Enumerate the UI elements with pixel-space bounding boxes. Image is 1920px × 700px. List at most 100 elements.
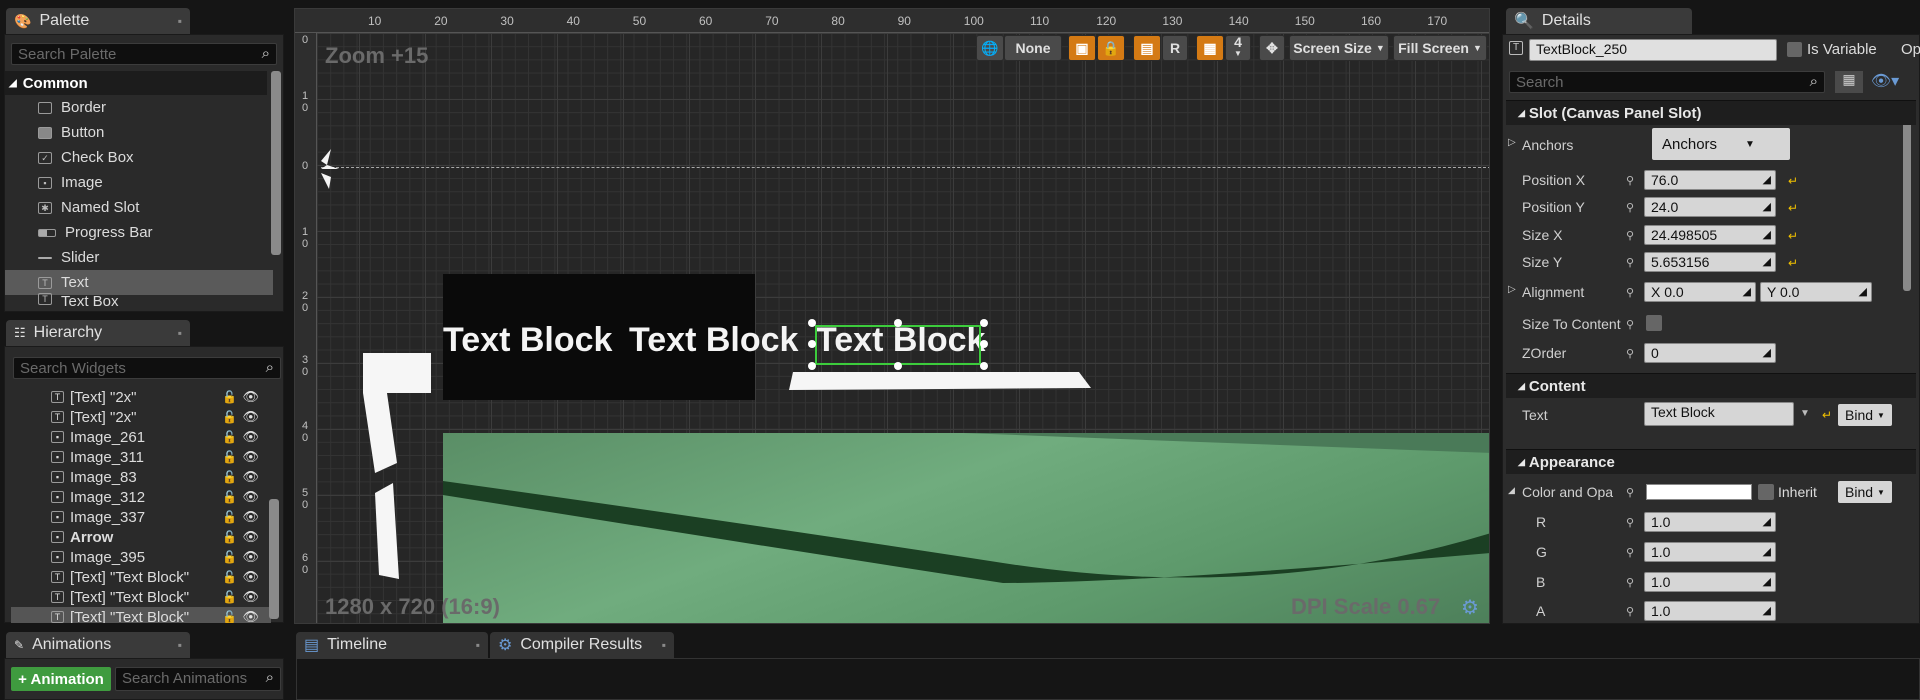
- eye-icon[interactable]: 👁: [242, 409, 259, 425]
- timeline-tab[interactable]: ▤ Timeline ▪: [296, 632, 488, 658]
- grid-snap-toggle[interactable]: ▦: [1196, 35, 1224, 61]
- a-field[interactable]: 1.0 ◢: [1644, 601, 1776, 621]
- palette-item-check-box[interactable]: ✓ Check Box: [5, 145, 273, 170]
- close-icon[interactable]: ▪: [178, 14, 182, 28]
- hierarchy-item[interactable]: ▪ Image_312 🔓 👁: [11, 487, 271, 507]
- pin-icon[interactable]: ⚲: [1626, 318, 1634, 331]
- hierarchy-item[interactable]: ▪ Image_261 🔓 👁: [11, 427, 271, 447]
- size-y-field[interactable]: 5.653156 ◢: [1644, 252, 1776, 272]
- unlock-icon[interactable]: 🔓: [222, 590, 237, 604]
- palette-item-text-box[interactable]: T Text Box: [5, 293, 273, 311]
- anchors-dropdown[interactable]: Anchors ▼: [1652, 128, 1790, 160]
- size-to-content-checkbox[interactable]: [1646, 315, 1662, 331]
- r-field[interactable]: 1.0 ◢: [1644, 512, 1776, 532]
- hierarchy-tab[interactable]: ☷ Hierarchy ▪: [6, 320, 190, 346]
- hierarchy-item[interactable]: ▪ Arrow 🔓 👁: [11, 527, 271, 547]
- palette-item-slider[interactable]: Slider: [5, 245, 273, 270]
- pin-icon[interactable]: ⚲: [1626, 229, 1634, 242]
- lock-toggle[interactable]: 🔒: [1097, 35, 1125, 61]
- anchor-icon[interactable]: [317, 147, 347, 191]
- screen-size-dropdown[interactable]: Screen Size ▼: [1289, 35, 1389, 61]
- pin-icon[interactable]: ⚲: [1626, 201, 1634, 214]
- palette-item-progress-bar[interactable]: Progress Bar: [5, 220, 273, 245]
- hierarchy-item[interactable]: T [Text] "2x" 🔓 👁: [11, 407, 271, 427]
- palette-item-image[interactable]: ▪ Image: [5, 170, 273, 195]
- unlock-icon[interactable]: 🔓: [222, 570, 237, 584]
- eye-icon[interactable]: 👁: [242, 529, 259, 545]
- selection-handle[interactable]: [808, 340, 816, 348]
- pin-icon[interactable]: ⚲: [1626, 286, 1634, 299]
- text-bind-button[interactable]: Bind ▼: [1838, 404, 1892, 426]
- globe-button[interactable]: 🌐: [976, 35, 1004, 61]
- inherit-checkbox[interactable]: [1758, 484, 1774, 500]
- eye-icon[interactable]: 👁: [242, 589, 259, 605]
- palette-tab[interactable]: 🎨 Palette ▪: [6, 8, 190, 34]
- color-bind-button[interactable]: Bind ▼: [1838, 481, 1892, 503]
- size-x-field[interactable]: 24.498505 ◢: [1644, 225, 1776, 245]
- designer-viewport[interactable]: Text Block Text Block Text Block Zoom +1…: [294, 8, 1490, 624]
- unlock-icon[interactable]: 🔓: [222, 430, 237, 444]
- eye-icon[interactable]: 👁: [242, 449, 259, 465]
- animations-tab[interactable]: ✎ Animations ▪: [6, 632, 190, 658]
- eye-icon[interactable]: 👁: [242, 609, 259, 623]
- palette-scrollbar[interactable]: [271, 71, 281, 255]
- outline-toggle[interactable]: ▣: [1068, 35, 1096, 61]
- pin-icon[interactable]: ⚲: [1626, 576, 1634, 589]
- selection-handle[interactable]: [808, 319, 816, 327]
- unlock-icon[interactable]: 🔓: [222, 510, 237, 524]
- close-icon[interactable]: ▪: [178, 326, 182, 340]
- palette-search-input[interactable]: Search Palette ⌕: [11, 43, 277, 65]
- unlock-icon[interactable]: 🔓: [222, 470, 237, 484]
- eye-icon[interactable]: 👁: [242, 509, 259, 525]
- alignment-expander[interactable]: ▷: [1508, 284, 1516, 295]
- selection-handle[interactable]: [808, 362, 816, 370]
- anchors-expander[interactable]: ▷: [1508, 137, 1516, 148]
- selection-handle[interactable]: [894, 362, 902, 370]
- unlock-icon[interactable]: 🔓: [222, 610, 237, 623]
- eye-icon[interactable]: 👁: [242, 429, 259, 445]
- hierarchy-item[interactable]: T [Text] "Text Block" 🔓 👁: [11, 607, 271, 623]
- grid-size-dropdown[interactable]: 4 ▼: [1225, 35, 1251, 61]
- eye-visibility-button[interactable]: 👁▾: [1865, 71, 1905, 93]
- add-animation-button[interactable]: + Animation: [11, 667, 111, 691]
- position-x-field[interactable]: 76.0 ◢: [1644, 170, 1776, 190]
- color-expander[interactable]: ◢: [1508, 485, 1515, 496]
- pin-icon[interactable]: ⚲: [1626, 486, 1634, 499]
- palette-category-common[interactable]: ◢ Common: [5, 71, 267, 95]
- chevron-down-icon[interactable]: ▼: [1800, 408, 1810, 419]
- pin-icon[interactable]: ⚲: [1626, 605, 1634, 618]
- selection-handle[interactable]: [894, 319, 902, 327]
- hierarchy-item[interactable]: ▪ Image_395 🔓 👁: [11, 547, 271, 567]
- animations-search-input[interactable]: Search Animations ⌕: [115, 667, 281, 691]
- table-view-button[interactable]: ▦: [1835, 71, 1863, 93]
- slot-section-header[interactable]: ◢ Slot (Canvas Panel Slot): [1506, 100, 1916, 125]
- unlock-icon[interactable]: 🔓: [222, 390, 237, 404]
- reset-arrow-icon[interactable]: ↵: [1788, 256, 1798, 270]
- unlock-icon[interactable]: 🔓: [222, 450, 237, 464]
- palette-item-text[interactable]: T Text: [5, 270, 273, 295]
- details-tab[interactable]: 🔍 Details: [1506, 8, 1692, 34]
- details-scrollbar[interactable]: [1903, 101, 1911, 291]
- reset-arrow-icon[interactable]: ↵: [1788, 201, 1798, 215]
- hierarchy-scrollbar[interactable]: [269, 499, 279, 619]
- pin-icon[interactable]: ⚲: [1626, 546, 1634, 559]
- palette-item-named-slot[interactable]: ✱ Named Slot: [5, 195, 273, 220]
- appearance-section-header[interactable]: ◢ Appearance: [1506, 449, 1916, 474]
- unlock-icon[interactable]: 🔓: [222, 550, 237, 564]
- unlock-icon[interactable]: 🔓: [222, 410, 237, 424]
- zorder-field[interactable]: 0 ◢: [1644, 343, 1776, 363]
- selection-handle[interactable]: [980, 340, 988, 348]
- hierarchy-item[interactable]: T [Text] "2x" 🔓 👁: [11, 387, 271, 407]
- eye-icon[interactable]: 👁: [242, 569, 259, 585]
- close-icon[interactable]: ▪: [476, 638, 480, 652]
- r-button[interactable]: R: [1162, 35, 1188, 61]
- pin-icon[interactable]: ⚲: [1626, 347, 1634, 360]
- text-block-1[interactable]: Text Block: [443, 321, 612, 360]
- pin-icon[interactable]: ⚲: [1626, 174, 1634, 187]
- transform-button[interactable]: ✥: [1259, 35, 1285, 61]
- position-y-field[interactable]: 24.0 ◢: [1644, 197, 1776, 217]
- hierarchy-item[interactable]: ▪ Image_83 🔓 👁: [11, 467, 271, 487]
- hierarchy-search-input[interactable]: Search Widgets ⌕: [13, 357, 281, 379]
- is-variable-checkbox[interactable]: [1787, 42, 1802, 57]
- hierarchy-item[interactable]: ▪ Image_337 🔓 👁: [11, 507, 271, 527]
